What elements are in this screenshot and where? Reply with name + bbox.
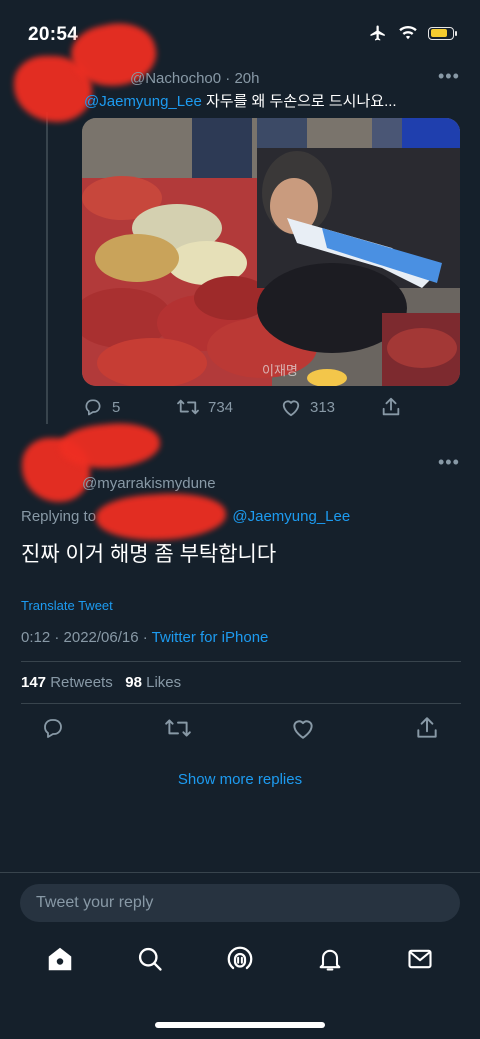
main-tweet-actions [40, 715, 440, 741]
reply-input[interactable]: Tweet your reply [20, 884, 460, 922]
parent-like-button[interactable]: 313 [280, 397, 380, 417]
parent-share-button[interactable] [380, 396, 402, 418]
parent-tweet-actions: 5 734 313 [82, 396, 402, 418]
translate-tweet-link[interactable]: Translate Tweet [21, 598, 113, 613]
tweet-image[interactable] [82, 118, 460, 386]
parent-tweet-mention[interactable]: @Jaemyung_Lee [84, 93, 202, 110]
retweets-label: Retweets [46, 674, 113, 691]
like-button[interactable] [290, 716, 316, 740]
tweet-timestamp: 0:12 · 2022/06/16 · [21, 629, 152, 646]
parent-tweet-more-button[interactable]: ••• [438, 66, 460, 87]
retweets-stat[interactable]: 147 Retweets [21, 674, 113, 691]
tweet-stats: 147 Retweets 98 Likes [21, 674, 181, 691]
status-icons [368, 24, 457, 42]
redaction-mark-replying [94, 489, 228, 545]
retweets-value: 147 [21, 674, 47, 691]
tweet-meta: 0:12 · 2022/06/16 · Twitter for iPhone [21, 629, 268, 646]
heart-icon [280, 397, 302, 417]
tweet-source[interactable]: Twitter for iPhone [152, 629, 269, 646]
reply-button[interactable] [40, 716, 66, 740]
status-time: 20:54 [28, 24, 79, 45]
parent-like-count: 313 [310, 398, 336, 416]
thread-line [46, 112, 48, 424]
parent-reply-button[interactable]: 5 [82, 397, 176, 417]
divider [0, 872, 480, 873]
main-tweet-more-button[interactable]: ••• [438, 452, 460, 473]
messages-icon[interactable] [405, 945, 435, 973]
parent-retweet-button[interactable]: 734 [176, 397, 280, 417]
spaces-icon[interactable] [225, 944, 255, 974]
likes-stat[interactable]: 98 Likes [125, 674, 181, 691]
image-watermark: 이재명 [262, 363, 298, 378]
likes-label: Likes [141, 674, 182, 691]
parent-reply-count: 5 [112, 398, 121, 416]
parent-retweet-count: 734 [208, 398, 234, 416]
replying-mention[interactable]: @Jaemyung_Lee [232, 508, 350, 525]
show-more-replies-button[interactable]: Show more replies [0, 771, 480, 788]
parent-tweet-handle[interactable]: @Nachocho0 · 20h [130, 70, 259, 87]
main-tweet-handle[interactable]: @myarrakismydune [82, 475, 216, 492]
battery-icon [428, 26, 457, 40]
parent-tweet-text: @Jaemyung_Lee 자두를 왜 두손으로 드시나요... [84, 90, 397, 111]
tab-bar [0, 944, 480, 974]
airplane-icon [368, 24, 388, 42]
notifications-icon[interactable] [316, 944, 344, 974]
home-indicator [155, 1022, 325, 1028]
reply-icon [82, 397, 104, 417]
search-icon[interactable] [136, 945, 164, 973]
share-icon [380, 396, 402, 418]
divider [21, 661, 461, 662]
main-tweet-text: 진짜 이거 해명 좀 부탁합니다 [21, 543, 277, 566]
share-button[interactable] [414, 715, 440, 741]
divider [21, 703, 461, 704]
home-icon[interactable] [45, 944, 75, 974]
wifi-icon [398, 25, 418, 41]
retweet-icon [176, 397, 200, 417]
retweet-button[interactable] [164, 716, 192, 740]
parent-tweet-body: 자두를 왜 두손으로 드시나요... [201, 93, 397, 110]
likes-value: 98 [125, 674, 142, 691]
replying-prefix: Replying to [21, 508, 97, 525]
